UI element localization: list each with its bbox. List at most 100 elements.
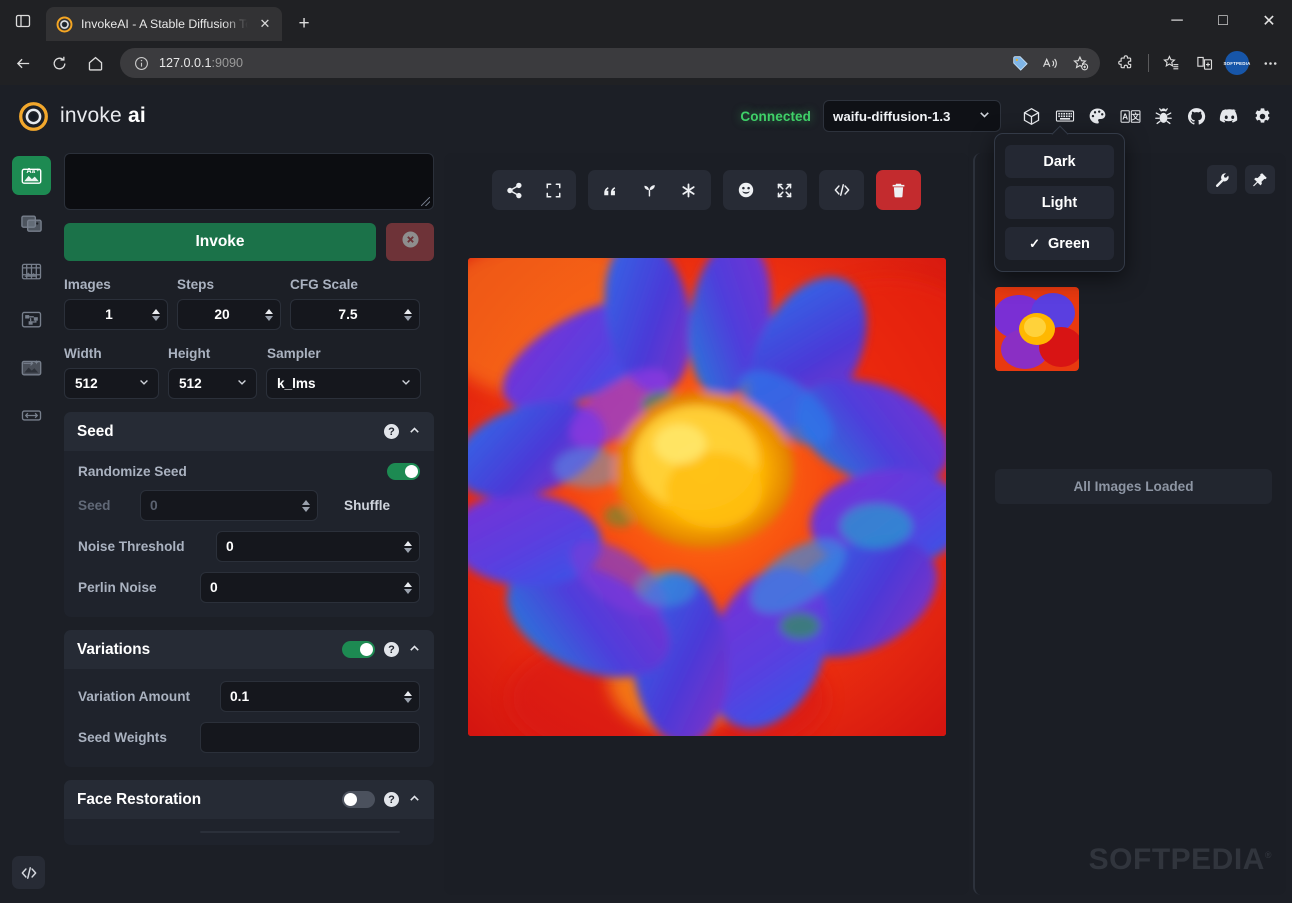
seed-input[interactable]: 0 (140, 490, 318, 521)
new-tab-button[interactable]: + (288, 8, 320, 40)
help-icon[interactable]: ? (384, 424, 399, 439)
quote-icon[interactable] (592, 174, 629, 206)
numeric-fields: 1 20 7.5 (64, 299, 434, 330)
width-select[interactable]: 512 (64, 368, 159, 399)
generated-image[interactable] (467, 258, 946, 736)
invoke-row: Invoke (64, 223, 434, 261)
help-icon[interactable]: ? (384, 642, 399, 657)
theme-option-dark[interactable]: Dark (1005, 145, 1114, 178)
numeric-field-labels: Images Steps CFG Scale (64, 277, 434, 292)
images-stepper[interactable]: 1 (64, 299, 168, 330)
collections-icon[interactable] (1155, 47, 1187, 79)
sidebar-item-image-to-image[interactable] (12, 204, 51, 243)
keyboard-icon[interactable] (1049, 101, 1080, 132)
language-icon[interactable]: A 文 (1115, 101, 1146, 132)
read-aloud-icon[interactable] (1036, 49, 1064, 77)
console-toggle-icon[interactable] (12, 856, 45, 889)
more-settings-icon[interactable] (1254, 47, 1286, 79)
asterisk-icon[interactable] (670, 174, 707, 206)
smiley-icon[interactable] (727, 174, 764, 206)
chevron-up-icon[interactable] (408, 792, 421, 808)
stepper-arrows-icon[interactable] (404, 540, 412, 553)
stepper-arrows-icon[interactable] (302, 499, 310, 512)
face-restoration-section-header[interactable]: Face Restoration ? (64, 780, 434, 819)
variation-amount-input[interactable]: 0.1 (220, 681, 420, 712)
add-favorite-icon[interactable] (1066, 49, 1094, 77)
seed-weights-label: Seed Weights (78, 730, 167, 745)
sidebar-item-unified-canvas[interactable] (12, 252, 51, 291)
close-window-button[interactable]: ✕ (1246, 0, 1292, 41)
chevron-up-icon[interactable] (408, 642, 421, 658)
sidebar-item-text-to-image[interactable]: A a (12, 156, 51, 195)
minimize-button[interactable]: ─ (1154, 0, 1200, 41)
price-tag-icon[interactable] (1006, 49, 1034, 77)
model-select[interactable]: waifu-diffusion-1.3 (823, 100, 1001, 132)
toolbar-group-share (492, 170, 576, 210)
height-select[interactable]: 512 (168, 368, 257, 399)
pin-icon[interactable] (1245, 165, 1275, 194)
settings-gear-icon[interactable] (1247, 101, 1278, 132)
bug-icon[interactable] (1148, 101, 1179, 132)
maximize-button[interactable]: □ (1200, 0, 1246, 41)
sampler-select[interactable]: k_lms (266, 368, 421, 399)
seed-header-actions: ? (384, 424, 421, 440)
shuffle-button[interactable]: Shuffle (344, 498, 390, 513)
discord-icon[interactable] (1214, 101, 1245, 132)
tab-actions-icon[interactable] (0, 0, 46, 41)
stepper-arrows-icon[interactable] (404, 690, 412, 703)
window-controls: ─ □ ✕ (1154, 0, 1292, 41)
profile-avatar[interactable]: SOFTPEDIA (1221, 47, 1253, 79)
trash-icon[interactable] (880, 174, 917, 206)
face-restoration-input[interactable] (200, 831, 400, 833)
github-icon[interactable] (1181, 101, 1212, 132)
reload-button[interactable] (42, 46, 76, 80)
browser-tab[interactable]: InvokeAI - A Stable Diffusion Too ✕ (46, 7, 282, 41)
noise-threshold-input[interactable]: 0 (216, 531, 420, 562)
variations-section-header[interactable]: Variations ? (64, 630, 434, 669)
theme-option-light[interactable]: Light (1005, 186, 1114, 219)
variations-section: Variations ? Variation Amount 0.1 Seed W… (64, 630, 434, 767)
palette-icon[interactable] (1082, 101, 1113, 132)
seed-weights-input[interactable] (200, 722, 420, 753)
expand-arrows-icon[interactable] (766, 174, 803, 206)
toolbar-group-params (588, 170, 711, 210)
tab-close-icon[interactable]: ✕ (256, 15, 274, 33)
avatar-initials: SOFTPEDIA (1224, 51, 1250, 75)
info-icon[interactable] (130, 52, 152, 74)
theme-option-green[interactable]: ✓ Green (1005, 227, 1114, 260)
invoke-button[interactable]: Invoke (64, 223, 376, 261)
sidebar-item-nodes[interactable] (12, 300, 51, 339)
randomize-seed-toggle[interactable] (387, 463, 420, 480)
cancel-button[interactable] (386, 223, 434, 261)
code-icon[interactable] (823, 174, 860, 206)
gallery-thumbnail[interactable] (995, 287, 1079, 371)
seedling-icon[interactable] (631, 174, 668, 206)
cube-icon[interactable] (1016, 101, 1047, 132)
chevron-up-icon[interactable] (408, 424, 421, 440)
perlin-noise-row: Perlin Noise 0 (78, 572, 420, 603)
prompt-input[interactable] (64, 153, 434, 210)
help-icon[interactable]: ? (384, 792, 399, 807)
face-restoration-toggle[interactable] (342, 791, 375, 808)
sidebar-item-post-processing[interactable] (12, 348, 51, 387)
back-button[interactable] (6, 46, 40, 80)
stepper-arrows-icon[interactable] (265, 308, 273, 321)
fullscreen-icon[interactable] (535, 174, 572, 206)
perlin-noise-input[interactable]: 0 (200, 572, 420, 603)
split-screen-icon[interactable] (1188, 47, 1220, 79)
stepper-arrows-icon[interactable] (404, 581, 412, 594)
share-icon[interactable] (496, 174, 533, 206)
stepper-arrows-icon[interactable] (404, 308, 412, 321)
sidebar-item-training[interactable] (12, 396, 51, 435)
cfg-scale-stepper[interactable]: 7.5 (290, 299, 420, 330)
wrench-icon[interactable] (1207, 165, 1237, 194)
sidebar-bottom (12, 856, 45, 889)
seed-section-header[interactable]: Seed ? (64, 412, 434, 451)
stepper-arrows-icon[interactable] (152, 308, 160, 321)
variations-toggle[interactable] (342, 641, 375, 658)
steps-stepper[interactable]: 20 (177, 299, 281, 330)
extensions-icon[interactable] (1110, 47, 1142, 79)
variations-section-title: Variations (77, 640, 151, 658)
address-bar[interactable]: 127.0.0.1:9090 (120, 48, 1100, 78)
home-button[interactable] (78, 46, 112, 80)
